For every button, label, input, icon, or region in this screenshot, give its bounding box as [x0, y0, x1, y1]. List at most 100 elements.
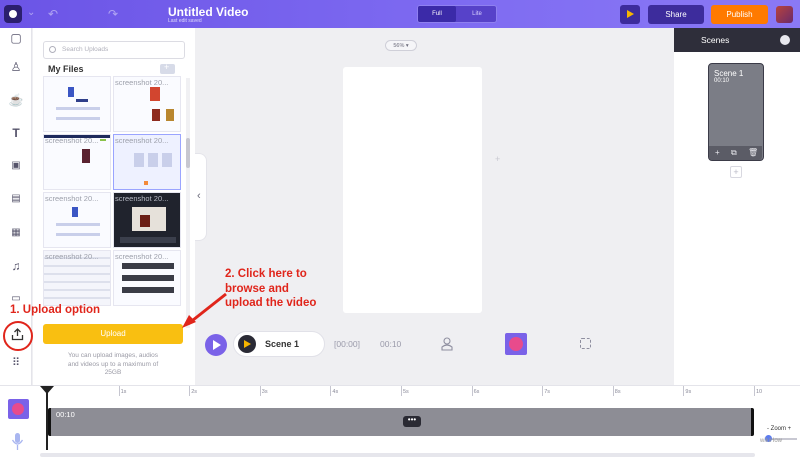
file-name: screenshot 20... [45, 252, 99, 261]
text-icon[interactable]: T [8, 125, 24, 141]
ruler-tick [330, 386, 332, 396]
file-thumbnail[interactable]: screenshot 20... [113, 76, 181, 132]
ruler-label: 10 [756, 389, 763, 395]
scene-track-clip[interactable]: 00:10 ••• [48, 408, 754, 436]
ruler-label: 6s [473, 389, 480, 395]
avatar[interactable] [776, 6, 793, 23]
more-grid-icon[interactable]: ⠿ [8, 355, 24, 371]
redo-icon[interactable]: ↷ [108, 7, 118, 21]
scene-card[interactable]: Scene 1 00:10 + ⧉ 🗑 [708, 63, 764, 161]
scene-pill-label: Scene 1 [265, 339, 300, 349]
fit-screen-icon[interactable] [580, 338, 591, 349]
file-thumbnail[interactable]: screenshot 20... [43, 192, 111, 248]
video-track-icon[interactable] [8, 399, 29, 419]
annotation-line: upload the video [225, 297, 317, 309]
ruler-label: 3s [261, 389, 268, 395]
ruler-label: 8s [614, 389, 621, 395]
canvas-zoom-select[interactable]: 56% ▾ [385, 40, 417, 51]
video-film-icon[interactable] [505, 333, 527, 355]
ruler-tick [683, 386, 685, 396]
duplicate-icon[interactable]: ⧉ [731, 148, 737, 158]
watermark: wikiHow [760, 438, 783, 444]
ruler-label: 5s [403, 389, 409, 395]
delete-icon[interactable]: 🗑 [748, 148, 758, 157]
file-name: screenshot 20... [115, 136, 169, 145]
search-input[interactable]: Search Uploads [43, 41, 185, 59]
upload-option-highlight[interactable] [3, 321, 33, 351]
ruler-tick [259, 386, 261, 396]
ruler-tick [612, 386, 614, 396]
scene-play-icon[interactable] [238, 335, 256, 353]
preview-play-button[interactable] [620, 5, 640, 24]
video-title[interactable]: Untitled Video [168, 5, 248, 19]
ruler-tick [542, 386, 544, 396]
play-button[interactable] [205, 334, 227, 356]
zoom-level: 56% [393, 43, 405, 49]
animaker-logo[interactable] [4, 5, 22, 23]
track-more-options-button[interactable]: ••• [403, 416, 421, 427]
scene-canvas[interactable] [343, 67, 482, 313]
track-duration: 00:10 [56, 410, 75, 419]
ruler-tick [401, 386, 402, 396]
undo-icon[interactable]: ↶ [48, 7, 58, 21]
chevron-down-icon[interactable]: ⌄ [27, 7, 35, 18]
file-thumbnail[interactable]: screenshot 20... [113, 134, 181, 190]
ruler-label: 1s [120, 389, 127, 395]
collapse-scenes-icon[interactable] [780, 35, 790, 45]
file-thumbnail[interactable]: screenshot 20... [43, 134, 111, 190]
file-name: screenshot 20... [45, 194, 99, 203]
timeline: 1s 2s 3s 4s 5s 6s 7s 8s 9s 10 00:10 ••• - Zoom + [0, 385, 800, 457]
ruler-tick [189, 386, 191, 396]
mode-toggle: Full Lite [417, 5, 497, 23]
mode-full-tab[interactable]: Full [418, 6, 456, 22]
music-icon[interactable]: ♫ [8, 258, 24, 274]
annotation-step1: 1. Upload option [10, 304, 101, 316]
upload-icon [11, 328, 24, 341]
add-element-icon[interactable]: + [495, 154, 500, 164]
ruler-label: 7s [544, 389, 550, 395]
scene-name: Scene 1 [714, 69, 744, 78]
ruler-tick [471, 386, 473, 396]
add-scene-icon[interactable]: + [715, 148, 720, 157]
file-thumbnail[interactable]: screenshot 20... [113, 192, 181, 248]
file-thumbnail[interactable] [43, 76, 111, 132]
file-name: screenshot 20... [115, 194, 169, 203]
new-folder-icon[interactable] [160, 62, 175, 74]
my-files-heading: My Files [48, 64, 84, 74]
publish-button[interactable]: Publish [711, 5, 768, 24]
upload-button[interactable]: Upload [43, 324, 183, 344]
collapse-panel-handle[interactable] [195, 153, 207, 241]
timeline-scrollbar[interactable] [40, 453, 755, 457]
ruler-tick [118, 386, 120, 396]
file-name: screenshot 20... [115, 252, 169, 261]
microphone-icon[interactable] [11, 432, 24, 452]
search-icon [49, 46, 56, 53]
props-icon[interactable]: ▢ [8, 30, 24, 46]
timecode-start: [00:00] [334, 339, 360, 349]
share-button[interactable]: Share [648, 5, 704, 24]
ruler-label: 2s [191, 389, 197, 395]
save-status: Last edit saved [168, 18, 202, 24]
add-scene-button[interactable]: + [730, 166, 742, 178]
annotation-line: browse and [225, 282, 289, 295]
annotation-step2: 2. Click here to browse and upload the v… [225, 267, 316, 311]
scene-selector[interactable]: Scene 1 [233, 331, 325, 357]
coffee-cup-icon[interactable]: ☕ [8, 92, 24, 108]
character-icon[interactable]: ♙ [8, 59, 24, 75]
ruler-tick [754, 386, 755, 396]
template-icon[interactable]: ▦ [8, 225, 24, 241]
scene-toolbar: + ⧉ 🗑 [709, 146, 762, 160]
file-thumbnail[interactable]: screenshot 20... [43, 250, 111, 306]
file-name: screenshot 20... [115, 78, 169, 87]
file-thumbnail[interactable]: screenshot 20... [113, 250, 181, 306]
uploads-panel: Search Uploads My Files screenshot 20...… [33, 28, 195, 385]
mode-lite-tab[interactable]: Lite [458, 6, 496, 22]
annotation-line: 2. Click here to [225, 268, 307, 280]
scene-duration: 00:10 [714, 78, 730, 84]
upload-limit-note: You can upload images, audios and videos… [67, 352, 159, 376]
video-icon[interactable]: ▤ [8, 191, 24, 207]
ruler-label: 9s [685, 389, 692, 395]
character-icon[interactable] [441, 337, 453, 351]
media-icon[interactable]: ▣ [8, 158, 24, 174]
zoom-label: - Zoom + [767, 426, 792, 432]
